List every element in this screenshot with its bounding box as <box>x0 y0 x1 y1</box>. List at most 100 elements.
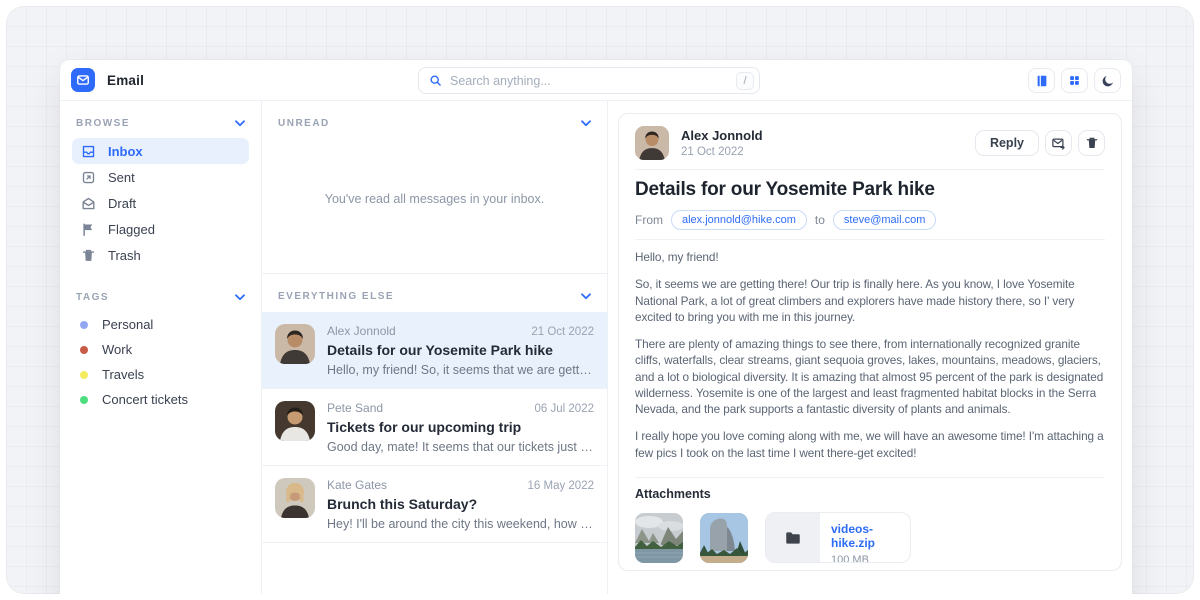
sidebar-item-flagged[interactable]: Flagged <box>72 216 249 242</box>
attachment-file-card[interactable]: videos-hike.zip 100 MB <box>765 512 911 563</box>
file-info: videos-hike.zip 100 MB <box>820 513 910 562</box>
mail-meta: Kate Gates 16 May 2022 Brunch this Satur… <box>327 478 594 531</box>
sidebar-item-draft[interactable]: Draft <box>72 190 249 216</box>
avatar-kate-gates <box>275 478 315 518</box>
attachments-row: videos-hike.zip 100 MB <box>635 512 1105 563</box>
mail-list-item[interactable]: Pete Sand 06 Jul 2022 Tickets for our up… <box>262 389 607 466</box>
chevron-down-icon[interactable] <box>235 120 245 127</box>
search-input[interactable] <box>450 74 728 88</box>
tags-section-title: TAGS <box>76 292 109 303</box>
message-list-column: UNREAD You've read all messages in your … <box>262 101 608 594</box>
mail-subject: Details for our Yosemite Park hike <box>327 342 594 358</box>
chevron-down-icon[interactable] <box>235 294 245 301</box>
everything-else-section-title: EVERYTHING ELSE <box>278 291 394 302</box>
email-actions: Reply <box>975 130 1105 156</box>
avatar-alex-jonnold <box>275 324 315 364</box>
app-content: BROWSE Inbox Sent Draft Flagg <box>60 101 1132 594</box>
grid-view-button[interactable] <box>1061 68 1088 93</box>
from-to-row: From alex.jonnold@hike.com to steve@mail… <box>635 210 1105 230</box>
dark-mode-button[interactable] <box>1094 68 1121 93</box>
top-bar: Email / <box>60 60 1132 101</box>
tag-color-dot <box>80 346 88 354</box>
divider <box>635 169 1105 170</box>
mail-sender: Alex Jonnold <box>327 324 396 338</box>
avatar-pete-sand <box>275 401 315 441</box>
sender-identity: Alex Jonnold 21 Oct 2022 <box>681 128 763 158</box>
search-shortcut-badge: / <box>736 72 754 90</box>
unread-section-title: UNREAD <box>278 118 330 129</box>
unread-section-header[interactable]: UNREAD <box>262 101 607 139</box>
delete-button[interactable] <box>1078 130 1105 156</box>
mail-meta: Alex Jonnold 21 Oct 2022 Details for our… <box>327 324 594 377</box>
tag-label: Work <box>102 342 132 357</box>
email-paragraph: So, it seems we are getting there! Our t… <box>635 276 1105 325</box>
trash-icon <box>80 247 96 263</box>
mail-sender: Kate Gates <box>327 478 387 492</box>
tag-color-dot <box>80 396 88 404</box>
app-title: Email <box>107 73 144 88</box>
mail-sender: Pete Sand <box>327 401 383 415</box>
sidebar-item-sent[interactable]: Sent <box>72 164 249 190</box>
tag-item-concert-tickets[interactable]: Concert tickets <box>72 387 249 412</box>
email-app-window: Email / BROWSE <box>60 60 1132 594</box>
moon-icon <box>1101 74 1115 88</box>
tags-section-header[interactable]: TAGS <box>72 292 249 303</box>
tag-item-personal[interactable]: Personal <box>72 312 249 337</box>
mail-list: Alex Jonnold 21 Oct 2022 Details for our… <box>262 312 607 543</box>
chevron-down-icon[interactable] <box>581 293 591 300</box>
mail-date: 21 Oct 2022 <box>531 326 594 338</box>
topbar-actions <box>1028 68 1121 93</box>
search-bar[interactable]: / <box>418 67 760 94</box>
search-icon <box>429 74 442 87</box>
mail-meta: Pete Sand 06 Jul 2022 Tickets for our up… <box>327 401 594 454</box>
grid-icon <box>1068 74 1081 87</box>
tag-label: Concert tickets <box>102 392 188 407</box>
email-subject: Details for our Yosemite Park hike <box>635 179 1105 201</box>
from-label: From <box>635 213 663 227</box>
tag-item-work[interactable]: Work <box>72 337 249 362</box>
from-email-pill[interactable]: alex.jonnold@hike.com <box>671 210 807 230</box>
reply-button[interactable]: Reply <box>975 130 1039 156</box>
email-body: Hello, my friend! So, it seems we are ge… <box>635 249 1105 468</box>
tag-color-dot <box>80 321 88 329</box>
email-detail-card: Alex Jonnold 21 Oct 2022 Reply De <box>618 113 1122 571</box>
file-thumb <box>766 513 820 562</box>
photo-valley-thumbnail[interactable] <box>635 513 683 563</box>
attachments-title: Attachments <box>635 487 1105 501</box>
mail-list-item[interactable]: Alex Jonnold 21 Oct 2022 Details for our… <box>262 312 607 389</box>
mail-date: 16 May 2022 <box>528 480 595 492</box>
divider <box>635 239 1105 240</box>
email-paragraph: I really hope you love coming along with… <box>635 428 1105 461</box>
mail-subject: Tickets for our upcoming trip <box>327 419 594 435</box>
trash-icon <box>1085 136 1099 150</box>
browse-section-header[interactable]: BROWSE <box>72 118 249 129</box>
photo-halfdome-thumbnail[interactable] <box>700 513 748 563</box>
email-logo-icon <box>71 68 95 92</box>
flag-icon <box>80 221 96 237</box>
book-icon <box>1035 74 1049 88</box>
inbox-icon <box>80 143 96 159</box>
envelope-forward-icon <box>1051 136 1066 151</box>
sender-name: Alex Jonnold <box>681 128 763 143</box>
mail-date: 06 Jul 2022 <box>535 403 594 415</box>
email-paragraph: Hello, my friend! <box>635 249 1105 265</box>
mail-list-item[interactable]: Kate Gates 16 May 2022 Brunch this Satur… <box>262 466 607 543</box>
book-button[interactable] <box>1028 68 1055 93</box>
folder-icon <box>784 529 802 547</box>
sent-icon <box>80 169 96 185</box>
browse-section-title: BROWSE <box>76 118 130 129</box>
sidebar-item-trash[interactable]: Trash <box>72 242 249 268</box>
to-email-pill[interactable]: steve@mail.com <box>833 210 936 230</box>
sidebar-item-label: Draft <box>108 196 136 211</box>
brand: Email <box>60 68 144 92</box>
everything-else-section-header[interactable]: EVERYTHING ELSE <box>262 273 607 312</box>
draft-icon <box>80 195 96 211</box>
chevron-down-icon[interactable] <box>581 120 591 127</box>
forward-button[interactable] <box>1045 130 1072 156</box>
mail-preview: Good day, mate! It seems that our ticket… <box>327 440 594 454</box>
sidebar-item-inbox[interactable]: Inbox <box>72 138 249 164</box>
to-label: to <box>815 213 825 227</box>
mail-preview: Hey! I'll be around the city this weeken… <box>327 517 594 531</box>
desktop-backdrop: Email / BROWSE <box>6 6 1194 594</box>
tag-item-travels[interactable]: Travels <box>72 362 249 387</box>
